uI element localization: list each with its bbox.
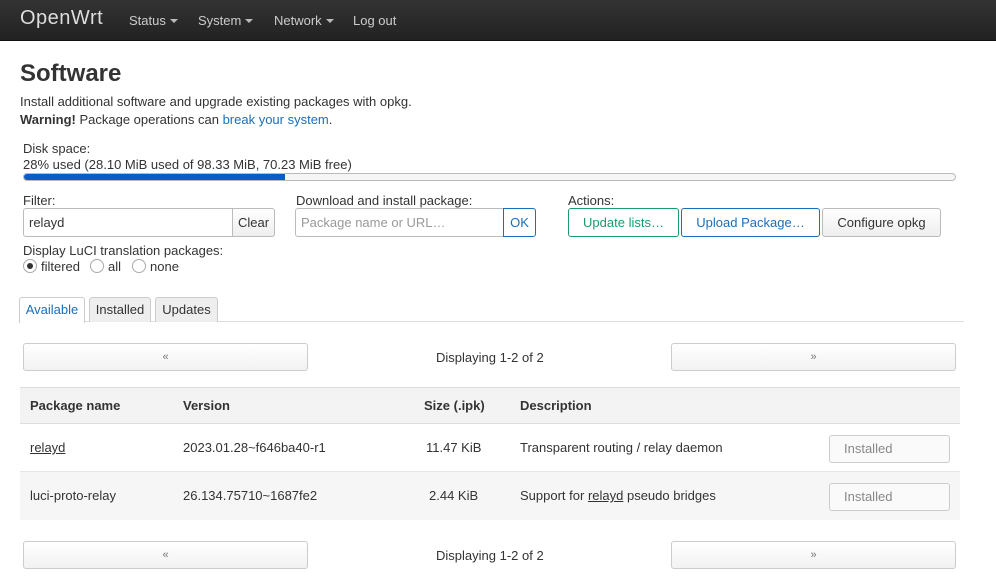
menu-network-label: Network <box>274 13 322 28</box>
translation-label: Display LuCI translation packages: <box>23 243 224 258</box>
warning-body: Package operations can <box>75 112 223 127</box>
package-url-input[interactable] <box>295 208 504 237</box>
filter-input[interactable] <box>23 208 233 237</box>
table-header: Package name Version Size (.ipk) Descrip… <box>20 387 960 424</box>
radio-all-label: all <box>108 259 122 274</box>
description-after: pseudo bridges <box>623 488 716 503</box>
package-version: 2023.01.28~f646ba40-r1 <box>183 440 326 455</box>
page-title: Software <box>20 60 122 87</box>
disk-usage-fill <box>24 174 285 180</box>
menu-status-label: Status <box>129 13 166 28</box>
radio-filtered-label: filtered <box>41 259 81 274</box>
warning-text: Warning! Package operations can break yo… <box>20 112 332 127</box>
col-version: Version <box>183 398 230 413</box>
brand-logo[interactable]: OpenWrt <box>20 7 103 30</box>
installed-button[interactable]: Installed <box>829 483 950 511</box>
radio-none[interactable] <box>132 259 146 273</box>
package-name-link[interactable]: relayd <box>30 440 65 455</box>
disk-usage-bar <box>23 173 956 181</box>
filter-label: Filter: <box>23 193 56 208</box>
table-row: relayd 2023.01.28~f646ba40-r1 11.47 KiB … <box>20 424 960 472</box>
pager-status: Displaying 1-2 of 2 <box>436 350 544 365</box>
radio-none-label: none <box>150 259 179 274</box>
col-package-name: Package name <box>30 398 121 413</box>
warning-label: Warning! <box>20 112 76 127</box>
radio-all[interactable] <box>90 259 104 273</box>
description-before: Support for <box>520 488 588 503</box>
actions-label: Actions: <box>568 193 615 208</box>
break-system-link[interactable]: break your system <box>223 112 329 127</box>
installed-button[interactable]: Installed <box>829 435 950 463</box>
menu-status[interactable]: Status <box>129 13 178 28</box>
clear-button[interactable]: Clear <box>232 208 275 237</box>
menu-logout[interactable]: Log out <box>353 13 396 28</box>
col-size: Size (.ipk) <box>424 398 485 413</box>
top-navbar: OpenWrt Status System Network Log out <box>0 0 996 41</box>
package-size: 2.44 KiB <box>429 488 479 503</box>
radio-filtered[interactable] <box>23 259 37 273</box>
relayd-link[interactable]: relayd <box>588 488 623 503</box>
caret-down-icon <box>325 18 334 23</box>
tab-available[interactable]: Available <box>19 297 85 323</box>
table-row: luci-proto-relay 26.134.75710~1687fe2 2.… <box>20 472 960 520</box>
upload-package-button[interactable]: Upload Package… <box>681 208 820 237</box>
package-size: 11.47 KiB <box>426 440 482 455</box>
update-lists-button[interactable]: Update lists… <box>568 208 679 237</box>
package-version: 26.134.75710~1687fe2 <box>183 488 318 503</box>
caret-down-icon <box>245 18 254 23</box>
menu-network[interactable]: Network <box>274 13 334 28</box>
warning-end: . <box>328 112 333 127</box>
configure-opkg-button[interactable]: Configure opkg <box>822 208 941 237</box>
tab-installed[interactable]: Installed <box>89 297 151 322</box>
disk-space-label: Disk space: <box>23 141 91 156</box>
ok-button[interactable]: OK <box>503 208 536 237</box>
download-label: Download and install package: <box>296 193 473 208</box>
col-description: Description <box>520 398 592 413</box>
menu-system[interactable]: System <box>198 13 254 28</box>
prev-page-button[interactable]: « <box>23 343 308 371</box>
prev-page-button-bottom[interactable]: « <box>23 541 308 569</box>
package-description: Support for relayd pseudo bridges <box>520 488 716 503</box>
package-description: Transparent routing / relay daemon <box>520 440 723 455</box>
package-name: luci-proto-relay <box>30 488 116 503</box>
tab-updates[interactable]: Updates <box>155 297 218 322</box>
disk-space-text: 28% used (28.10 MiB used of 98.33 MiB, 7… <box>23 157 352 172</box>
caret-down-icon <box>169 18 178 23</box>
page-intro: Install additional software and upgrade … <box>20 94 412 109</box>
menu-system-label: System <box>198 13 242 28</box>
next-page-button[interactable]: » <box>671 343 956 371</box>
next-page-button-bottom[interactable]: » <box>671 541 956 569</box>
pager-status-bottom: Displaying 1-2 of 2 <box>436 548 544 563</box>
